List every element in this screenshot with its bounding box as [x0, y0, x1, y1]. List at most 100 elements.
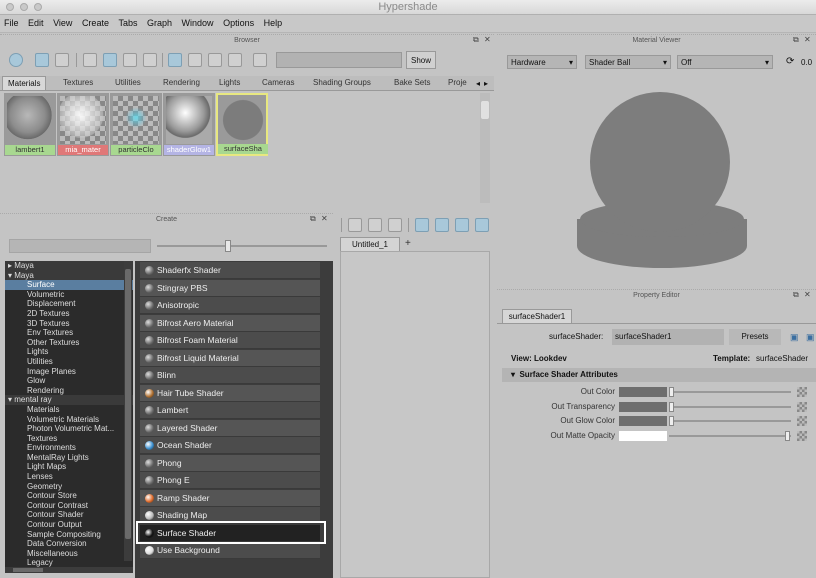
shape-dropdown[interactable]: Shader Ball ▾	[585, 55, 671, 69]
slider-handle[interactable]	[669, 401, 674, 412]
create-search-input[interactable]	[9, 239, 151, 253]
toggle-view-icon[interactable]	[55, 53, 69, 67]
graph-tool-icon[interactable]	[348, 218, 362, 232]
mode-dropdown[interactable]: Off ▾	[677, 55, 773, 69]
graph-layout-icon[interactable]	[415, 218, 429, 232]
view-as-list-icon[interactable]	[35, 53, 49, 67]
tree-item[interactable]: Light Maps	[5, 462, 133, 472]
tree-item[interactable]: Data Conversion	[5, 539, 133, 549]
show-button[interactable]: Show	[406, 51, 436, 69]
node-item[interactable]: Shaderfx Shader	[140, 262, 320, 279]
tab-shading-groups[interactable]: Shading Groups	[308, 76, 376, 90]
map-texture-icon[interactable]	[797, 387, 807, 397]
close-panel-icon[interactable]: ✕	[804, 35, 811, 44]
node-item[interactable]: Stingray PBS	[140, 279, 320, 297]
tree-category[interactable]: ▸ Maya	[5, 261, 133, 271]
tab-scroll-left-icon[interactable]: ◂	[476, 79, 480, 88]
tree-item[interactable]: Textures	[5, 434, 133, 444]
tree-item[interactable]: Contour Store	[5, 491, 133, 501]
swatch-shader-glow[interactable]: shaderGlow1	[163, 93, 215, 156]
tree-item[interactable]: Other Textures	[5, 338, 133, 348]
node-item[interactable]: Hair Tube Shader	[140, 384, 320, 402]
float-panel-icon[interactable]: ⧉	[793, 35, 799, 44]
menu-edit[interactable]: Edit	[24, 15, 47, 32]
tree-item[interactable]: Volumetric Materials	[5, 415, 133, 425]
node-item[interactable]: Blinn	[140, 367, 320, 384]
swatch-surface-shader[interactable]: surfaceSha	[216, 93, 268, 156]
color-swatch[interactable]	[619, 401, 667, 412]
slider-handle[interactable]	[669, 416, 674, 426]
tab-utilities[interactable]: Utilities	[110, 76, 146, 90]
node-item[interactable]: Lambert	[140, 402, 320, 419]
node-item[interactable]: Bifrost Liquid Material	[140, 349, 320, 367]
attribute-slider[interactable]	[669, 430, 791, 441]
renderer-dropdown[interactable]: Hardware ▾	[507, 55, 577, 69]
tab-scroll-right-icon[interactable]: ▸	[484, 79, 488, 88]
node-item[interactable]: Use Background	[140, 542, 320, 559]
tree-category[interactable]: ▾ mental ray	[5, 395, 133, 405]
close-window-button[interactable]	[6, 3, 14, 11]
tab-projects[interactable]: Proje	[443, 76, 472, 90]
graph-tool-icon[interactable]	[388, 218, 402, 232]
tree-item[interactable]: 3D Textures	[5, 319, 133, 329]
tree-item[interactable]: 2D Textures	[5, 309, 133, 319]
tree-item[interactable]: Env Textures	[5, 328, 133, 338]
map-texture-icon[interactable]	[797, 401, 807, 412]
sort-time-icon[interactable]	[208, 53, 222, 67]
swatch-particle-cloud[interactable]: particleClo	[110, 93, 162, 156]
node-item[interactable]: Anisotropic	[140, 297, 320, 314]
minimize-window-button[interactable]	[20, 3, 28, 11]
color-swatch[interactable]	[619, 387, 667, 397]
tab-materials[interactable]: Materials	[2, 76, 47, 90]
tree-item[interactable]: Miscellaneous	[5, 549, 133, 559]
close-panel-icon[interactable]: ✕	[321, 214, 328, 223]
tree-item[interactable]: Utilities	[5, 357, 133, 367]
float-panel-icon[interactable]: ⧉	[473, 35, 479, 44]
exposure-value[interactable]: 0.0	[801, 58, 812, 67]
add-tab-button[interactable]: +	[405, 238, 411, 249]
sort-icon[interactable]	[168, 53, 182, 67]
tree-item[interactable]: Displacement	[5, 299, 133, 309]
sort-type-icon[interactable]	[188, 53, 202, 67]
swatch-lambert1[interactable]: lambert1	[4, 93, 56, 156]
graph-layout-icon[interactable]	[435, 218, 449, 232]
node-item[interactable]: Ramp Shader	[140, 489, 320, 507]
zoom-window-button[interactable]	[34, 3, 42, 11]
filter-search-input[interactable]	[276, 52, 402, 68]
slider-handle[interactable]	[785, 430, 790, 441]
node-item[interactable]: Phong	[140, 454, 320, 472]
node-item[interactable]: Layered Shader	[140, 419, 320, 437]
menu-create[interactable]: Create	[78, 15, 112, 32]
material-preview-viewport[interactable]	[497, 74, 816, 279]
tree-item[interactable]: Volumetric	[5, 290, 133, 300]
node-item[interactable]: Ocean Shader	[140, 437, 320, 454]
tree-item[interactable]: Sample Compositing	[5, 530, 133, 540]
tree-item[interactable]: Environments	[5, 443, 133, 453]
tree-item[interactable]: Glow	[5, 376, 133, 386]
menu-file[interactable]: File	[0, 15, 22, 32]
tree-item[interactable]: Lenses	[5, 472, 133, 482]
map-texture-icon[interactable]	[797, 430, 807, 441]
graph-layout-icon[interactable]	[455, 218, 469, 232]
tree-category[interactable]: ▾ Maya	[5, 270, 133, 281]
scrollbar-thumb[interactable]	[481, 101, 489, 119]
color-swatch[interactable]	[619, 430, 667, 441]
tree-item[interactable]: Image Planes	[5, 367, 133, 377]
menu-window[interactable]: Window	[178, 15, 217, 32]
attribute-slider[interactable]	[669, 416, 791, 426]
refresh-icon[interactable]: ⟳	[786, 56, 794, 67]
tab-untitled-graph[interactable]: Untitled_1	[340, 237, 400, 251]
graph-layout-icon[interactable]	[475, 218, 489, 232]
menu-graph[interactable]: Graph	[143, 15, 175, 32]
tree-item[interactable]: Geometry	[5, 482, 133, 492]
output-connections-icon[interactable]	[143, 53, 157, 67]
node-graph-canvas[interactable]	[340, 251, 490, 578]
scrollbar-thumb[interactable]	[125, 269, 131, 539]
color-swatch[interactable]	[619, 416, 667, 426]
graph-selected-icon[interactable]	[83, 53, 97, 67]
menu-view[interactable]: View	[49, 15, 75, 32]
tree-item[interactable]: MentalRay Lights	[5, 453, 133, 463]
slider-handle[interactable]	[225, 240, 231, 252]
view-as-icons-icon[interactable]	[9, 53, 23, 67]
attribute-slider[interactable]	[669, 401, 791, 412]
